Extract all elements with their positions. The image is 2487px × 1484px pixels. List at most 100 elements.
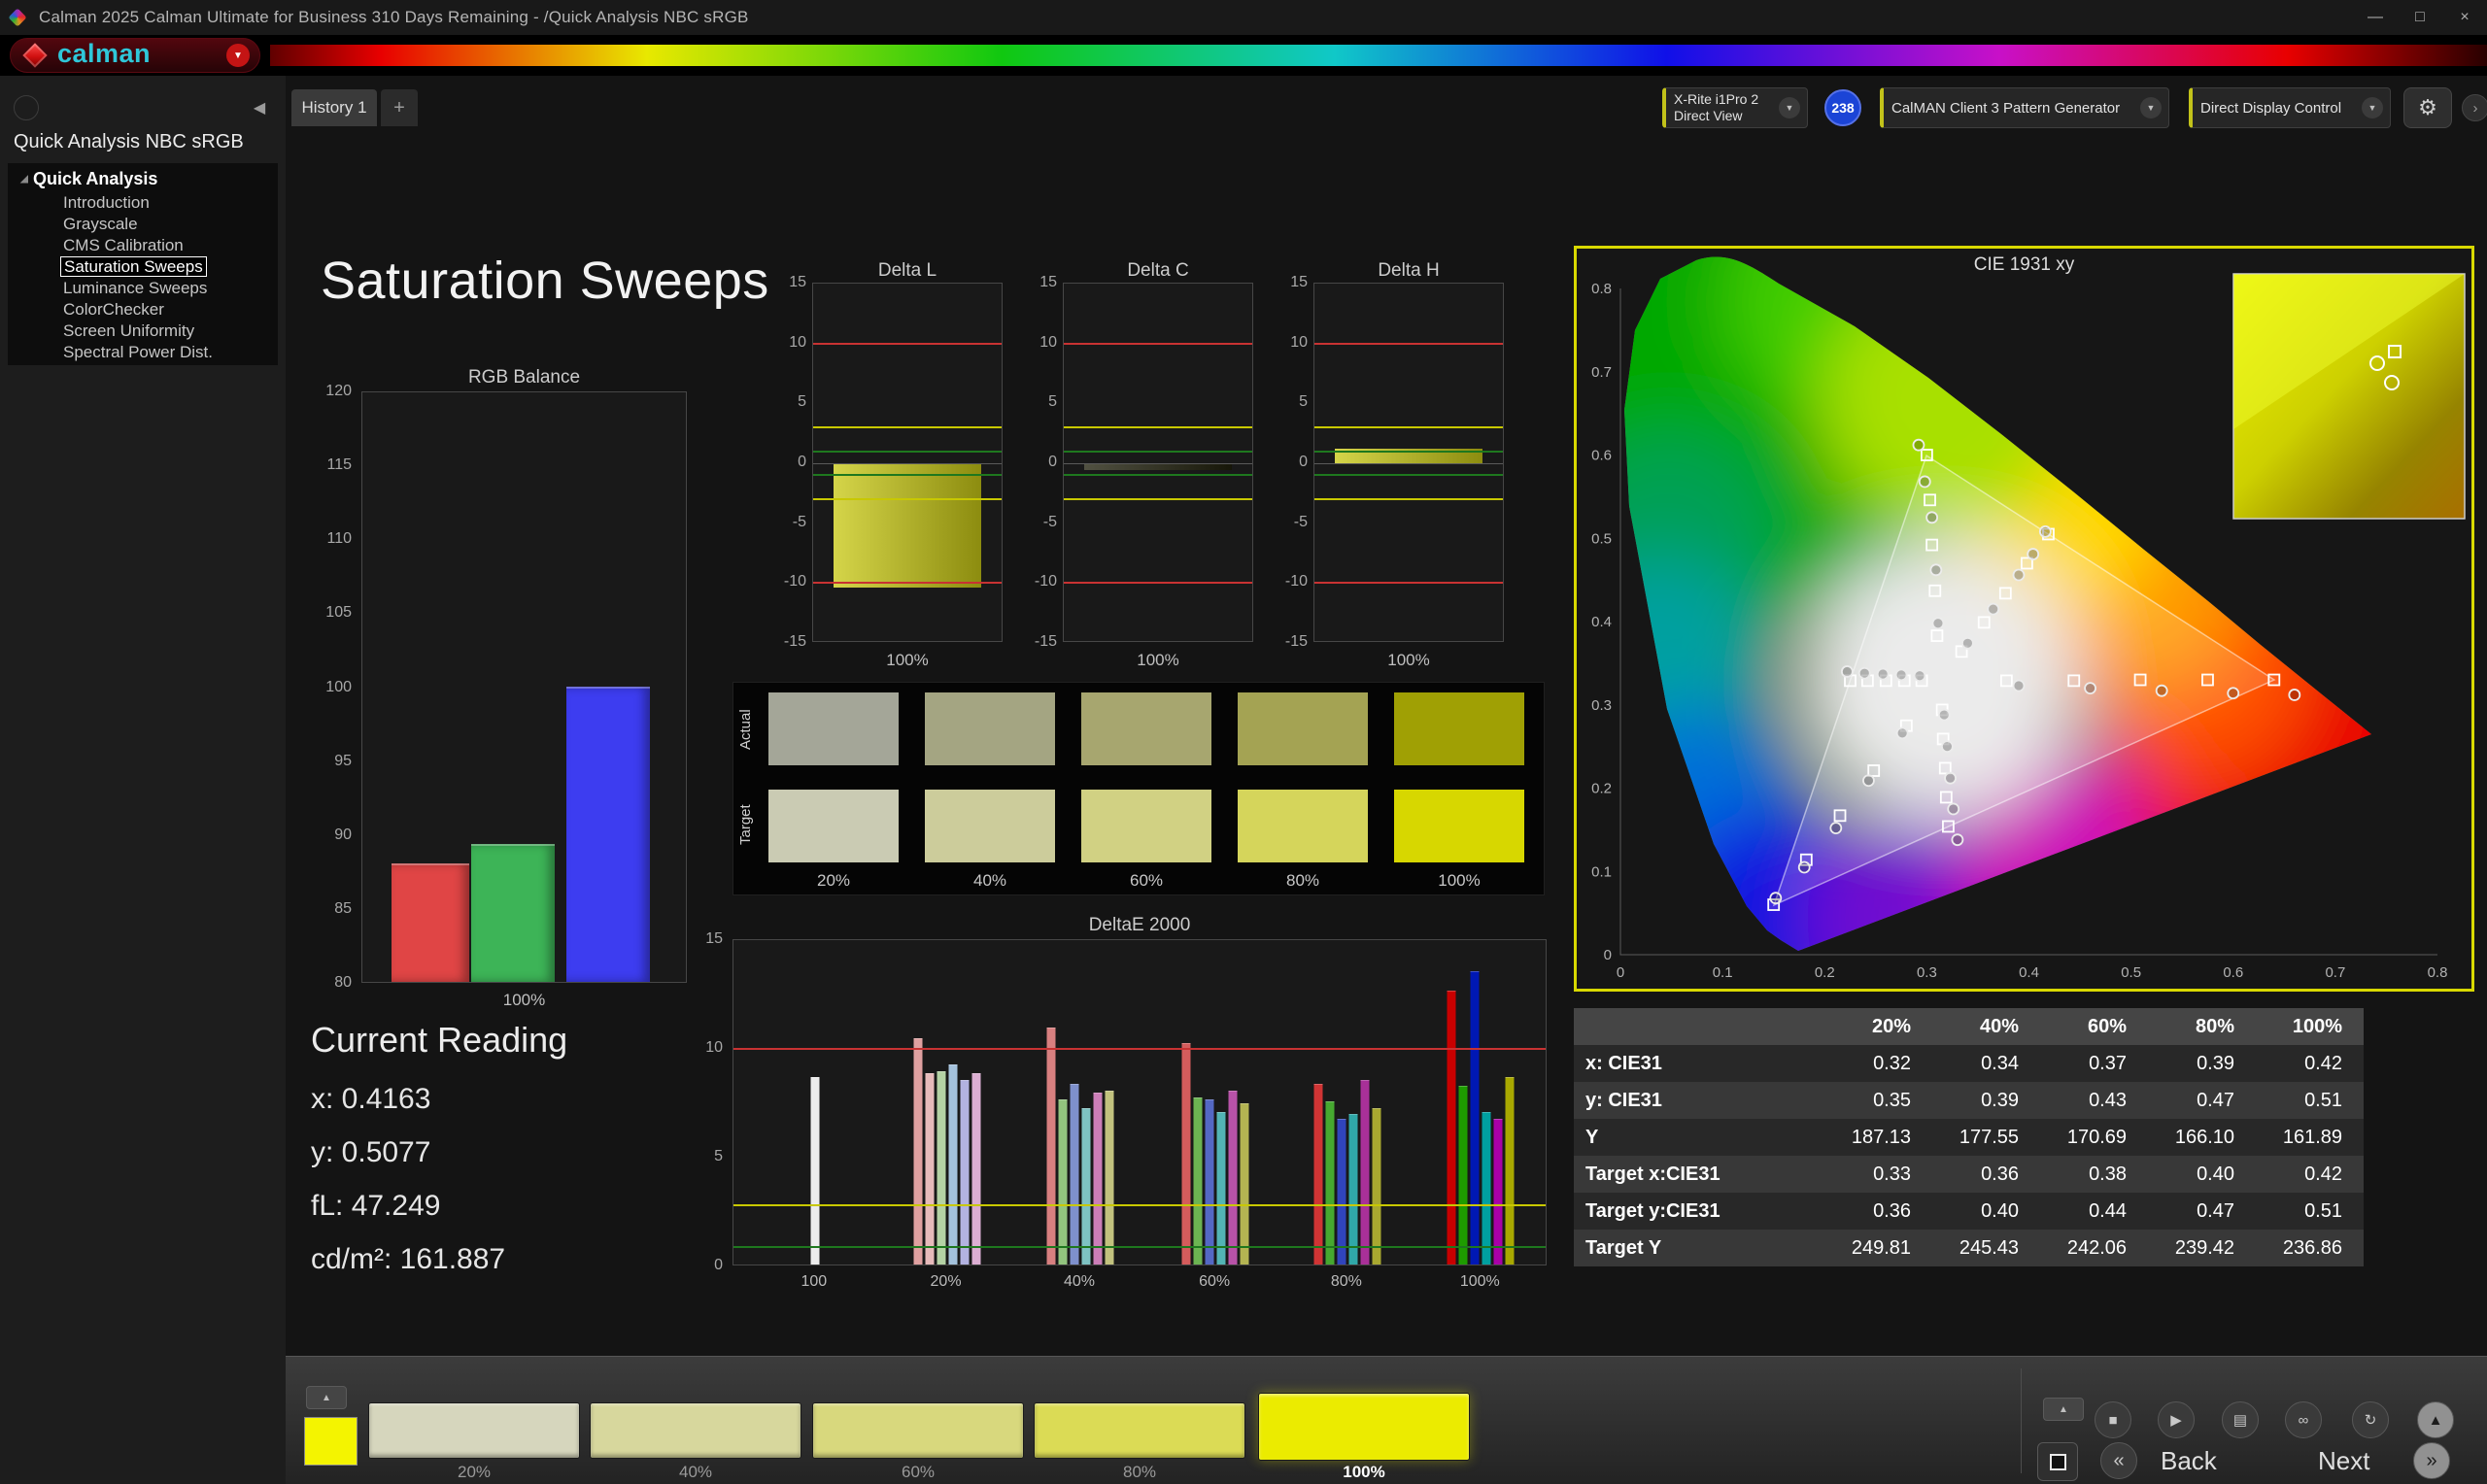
back-button[interactable]: Back [2161,1446,2217,1476]
tab-history-1[interactable]: History 1 [291,89,377,126]
axis-tick-label: 0.3 [1917,964,1937,981]
sidebar-item-spectral-power-dist-[interactable]: Spectral Power Dist. [8,341,278,362]
rgb-bar-red [392,863,469,982]
save-icon[interactable]: ▤ [2222,1401,2259,1438]
sidebar-ghost-button[interactable] [14,95,39,120]
sidebar-item-colorchecker[interactable]: ColorChecker [8,298,278,320]
add-tab-button[interactable]: + [381,89,418,126]
pattern-source-dropdown[interactable]: CalMAN Client 3 Pattern Generator ▼ [1880,87,2169,128]
axis-tick-label: 115 [326,456,352,474]
actual-swatch [1081,692,1211,765]
axis-tick-label: 0.8 [1591,281,1612,297]
chevron-down-icon[interactable]: ▼ [2362,97,2383,118]
axis-tick-label: 110 [326,530,352,548]
stop-icon[interactable]: ■ [2095,1401,2131,1438]
actual-swatch [768,692,899,765]
table-corner-cell [1574,1008,1824,1045]
play-icon[interactable]: ▶ [2158,1401,2195,1438]
sidebar-item-cms-calibration[interactable]: CMS Calibration [8,234,278,255]
limit-line [1314,582,1503,584]
pattern-swatch-60%[interactable] [812,1402,1024,1459]
measured-marker [2085,683,2095,693]
axis-tick-label: 0.6 [1591,448,1612,464]
saturation-swatch-panel: Actual Target 20%40%60%80%100% [732,682,1545,895]
sidebar-collapse-icon[interactable]: ◀ [247,95,272,120]
deltae-bar [1471,971,1480,1265]
minimize-button[interactable]: — [2353,0,2398,35]
measured-marker [2228,688,2238,698]
measured-marker [2013,681,2024,691]
back-chevrons-icon[interactable]: « [2100,1442,2137,1479]
rgb-balance-x-label: 100% [361,991,687,1010]
deltae-bar [1206,1099,1214,1265]
pattern-swatch-label: 60% [902,1463,935,1482]
close-button[interactable]: × [2442,0,2487,35]
limit-line [1064,474,1252,476]
table-row-label: Y [1574,1119,1824,1156]
pattern-swatch-label: 100% [1343,1463,1384,1482]
limit-line [813,498,1002,500]
table-column-header: 20% [1824,1008,1932,1045]
sidebar-item-grayscale[interactable]: Grayscale [8,213,278,234]
tree-root-quick-analysis[interactable]: ◢ Quick Analysis [8,166,278,191]
axis-tick-label: 0 [1617,964,1624,981]
pattern-swatch-40%[interactable] [590,1402,801,1459]
meter-dropdown[interactable]: X-Rite i1Pro 2 Direct View ▼ [1662,87,1808,128]
maximize-button[interactable]: □ [2398,0,2442,35]
deltae-group-40% [1046,1028,1113,1265]
pattern-window-button[interactable] [2037,1442,2078,1481]
calman-logo[interactable]: calman ▼ [10,38,260,73]
target-marker [1943,821,1954,831]
divider [2021,1368,2022,1473]
axis-tick-label: 10 [705,1039,723,1057]
deltae-bar [1105,1091,1113,1265]
swatch-column-label: 20% [768,871,899,891]
current-reading-title: Current Reading [311,1020,567,1061]
pattern-swatch-80%[interactable] [1034,1402,1245,1459]
sidebar-item-luminance-sweeps[interactable]: Luminance Sweeps [8,277,278,298]
target-marker [2202,675,2213,686]
chevron-down-icon[interactable]: ▼ [2140,97,2162,118]
table-row: y: CIE310.350.390.430.470.51 [1574,1082,2364,1119]
sidebar-item-label: Spectral Power Dist. [60,343,216,361]
measured-marker [1897,727,1908,738]
next-chevrons-icon[interactable]: » [2413,1442,2450,1479]
next-button[interactable]: Next [2318,1446,2369,1476]
limit-line [1314,451,1503,453]
table-cell-value: 0.34 [1932,1045,2040,1082]
deltae-bar [1494,1119,1503,1265]
chevron-down-icon[interactable]: ▼ [1779,97,1800,118]
sidebar-item-screen-uniformity[interactable]: Screen Uniformity [8,320,278,341]
limit-line [1064,451,1252,453]
tree-expander-icon[interactable]: ◢ [16,174,33,185]
toolbar-overflow-icon[interactable]: › [2462,94,2487,121]
deltae-bar [948,1064,957,1265]
axis-tick-label: 0 [1604,947,1612,963]
pattern-swatch-20%[interactable] [368,1402,580,1459]
axis-tick-label: -5 [1294,514,1308,531]
sidebar-item-saturation-sweeps[interactable]: Saturation Sweeps [8,255,278,277]
axis-tick-label: 0.2 [1815,964,1835,981]
settings-gear-icon[interactable]: ⚙ [2403,87,2452,128]
measured-marker [2157,686,2167,696]
cie-chromaticity-diagram: 00.10.20.30.40.50.60.70.80.80.70.60.50.4… [1577,249,2471,989]
target-swatch [768,790,899,862]
table-row: x: CIE310.320.340.370.390.42 [1574,1045,2364,1082]
sidebar-item-introduction[interactable]: Introduction [8,191,278,213]
rgb-bar-green [471,844,555,982]
axis-tick-label: 0.6 [2223,964,2243,981]
logo-menu-arrow-icon[interactable]: ▼ [226,44,250,67]
display-control-dropdown[interactable]: Direct Display Control ▼ [2189,87,2391,128]
current-reading-value: x: 0.4163 [311,1072,505,1126]
refresh-icon[interactable]: ↻ [2352,1401,2389,1438]
brand-row: calman ▼ [0,35,2487,76]
table-column-header: 100% [2256,1008,2364,1045]
axis-tick-label: 40% [1064,1273,1095,1291]
window-controls: — □ × [2353,0,2487,35]
expand-icon[interactable]: ▲ [2417,1401,2454,1438]
pattern-swatch-100%[interactable] [1258,1393,1470,1461]
meter-count-badge[interactable]: 238 [1824,89,1861,126]
limit-line [733,1246,1546,1248]
transport-popup-button[interactable]: ▲ [2043,1398,2084,1421]
loop-icon[interactable]: ∞ [2285,1401,2322,1438]
